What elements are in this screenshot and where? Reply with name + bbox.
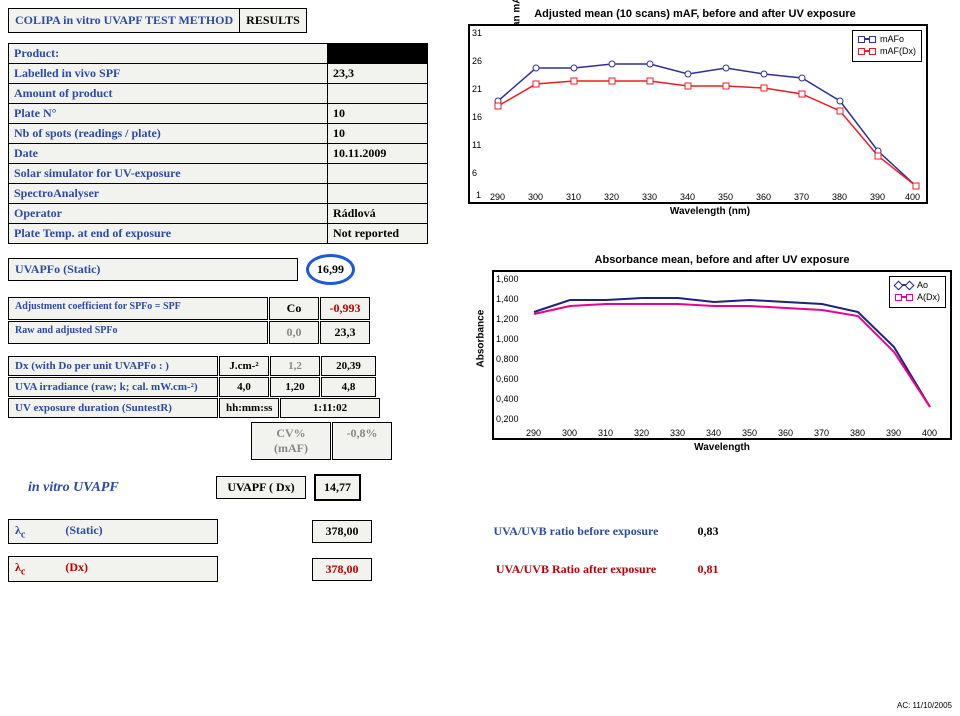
svg-text:340: 340: [706, 428, 721, 438]
final-label: in vitro UVAPF: [8, 480, 208, 496]
svg-text:21: 21: [472, 84, 482, 94]
svg-text:320: 320: [604, 192, 619, 202]
chart2-area: Absorbance mean, before and after UV exp…: [472, 254, 952, 501]
svg-text:1,400: 1,400: [496, 294, 519, 304]
svg-text:16: 16: [472, 112, 482, 122]
svg-text:360: 360: [778, 428, 793, 438]
svg-text:380: 380: [850, 428, 865, 438]
chart1-area: Adjusted mean (10 scans) mAF, before and…: [438, 8, 952, 217]
svg-text:400: 400: [905, 192, 920, 202]
svg-text:320: 320: [634, 428, 649, 438]
svg-text:350: 350: [742, 428, 757, 438]
chart1: 31 26 21 16 11 6 1 290 300 310 320 330 340 350 360…: [468, 24, 928, 204]
chart1-legend: mAFo mAF(Dx): [852, 30, 922, 62]
svg-text:310: 310: [598, 428, 613, 438]
svg-text:290: 290: [526, 428, 541, 438]
svg-text:330: 330: [642, 192, 657, 202]
svg-text:1,200: 1,200: [496, 314, 519, 324]
svg-text:6: 6: [472, 168, 477, 178]
lambda-static: λc(Static): [8, 519, 218, 544]
svg-text:300: 300: [528, 192, 543, 202]
chart2-legend: Ao A(Dx): [889, 276, 946, 308]
chart2: 1,600 1,400 1,200 1,000 0,800 0,600 0,400 0,2…: [492, 270, 952, 440]
svg-text:1: 1: [476, 190, 481, 200]
svg-text:400: 400: [922, 428, 937, 438]
svg-text:290: 290: [490, 192, 505, 202]
svg-text:390: 390: [886, 428, 901, 438]
svg-text:1,600: 1,600: [496, 274, 519, 284]
header-left: COLIPA in vitro UVAPF TEST METHOD RESULT…: [8, 8, 428, 244]
uvapfo-label: UVAPFo (Static): [8, 258, 298, 281]
chart1-xlabel: Wavelength (nm): [468, 206, 952, 217]
svg-text:26: 26: [472, 56, 482, 66]
svg-text:380: 380: [832, 192, 847, 202]
chart2-ylabel: Absorbance: [475, 309, 486, 367]
title-b: RESULTS: [240, 8, 307, 33]
svg-text:340: 340: [680, 192, 695, 202]
chart2-xlabel: Wavelength: [492, 442, 952, 453]
svg-text:0,200: 0,200: [496, 414, 519, 424]
svg-text:360: 360: [756, 192, 771, 202]
svg-text:31: 31: [472, 28, 482, 38]
svg-text:390: 390: [870, 192, 885, 202]
svg-text:0,600: 0,600: [496, 374, 519, 384]
final-value: 14,77: [314, 474, 361, 501]
svg-text:310: 310: [566, 192, 581, 202]
ac-footer: AC: 11/10/2005: [897, 701, 952, 710]
svg-text:1,000: 1,000: [496, 334, 519, 344]
svg-text:300: 300: [562, 428, 577, 438]
title-a: COLIPA in vitro UVAPF TEST METHOD: [8, 8, 240, 33]
svg-text:11: 11: [472, 140, 481, 150]
info-table: Product: Labelled in vivo SPF23,3 Amount…: [8, 43, 428, 244]
svg-text:0,800: 0,800: [496, 354, 519, 364]
uvapfo-value: 16,99: [306, 254, 355, 285]
bottom-area: λc(Static) 378,00 UVA/UVB ratio before e…: [8, 519, 952, 582]
mid-left: UVAPFo (Static) 16,99 Adjustment coeffic…: [8, 254, 442, 501]
svg-text:0,400: 0,400: [496, 394, 519, 404]
svg-text:330: 330: [670, 428, 685, 438]
svg-text:370: 370: [814, 428, 829, 438]
svg-text:350: 350: [718, 192, 733, 202]
chart2-title: Absorbance mean, before and after UV exp…: [492, 254, 952, 266]
svg-text:370: 370: [794, 192, 809, 202]
lambda-dx: λc(Dx): [8, 556, 218, 581]
